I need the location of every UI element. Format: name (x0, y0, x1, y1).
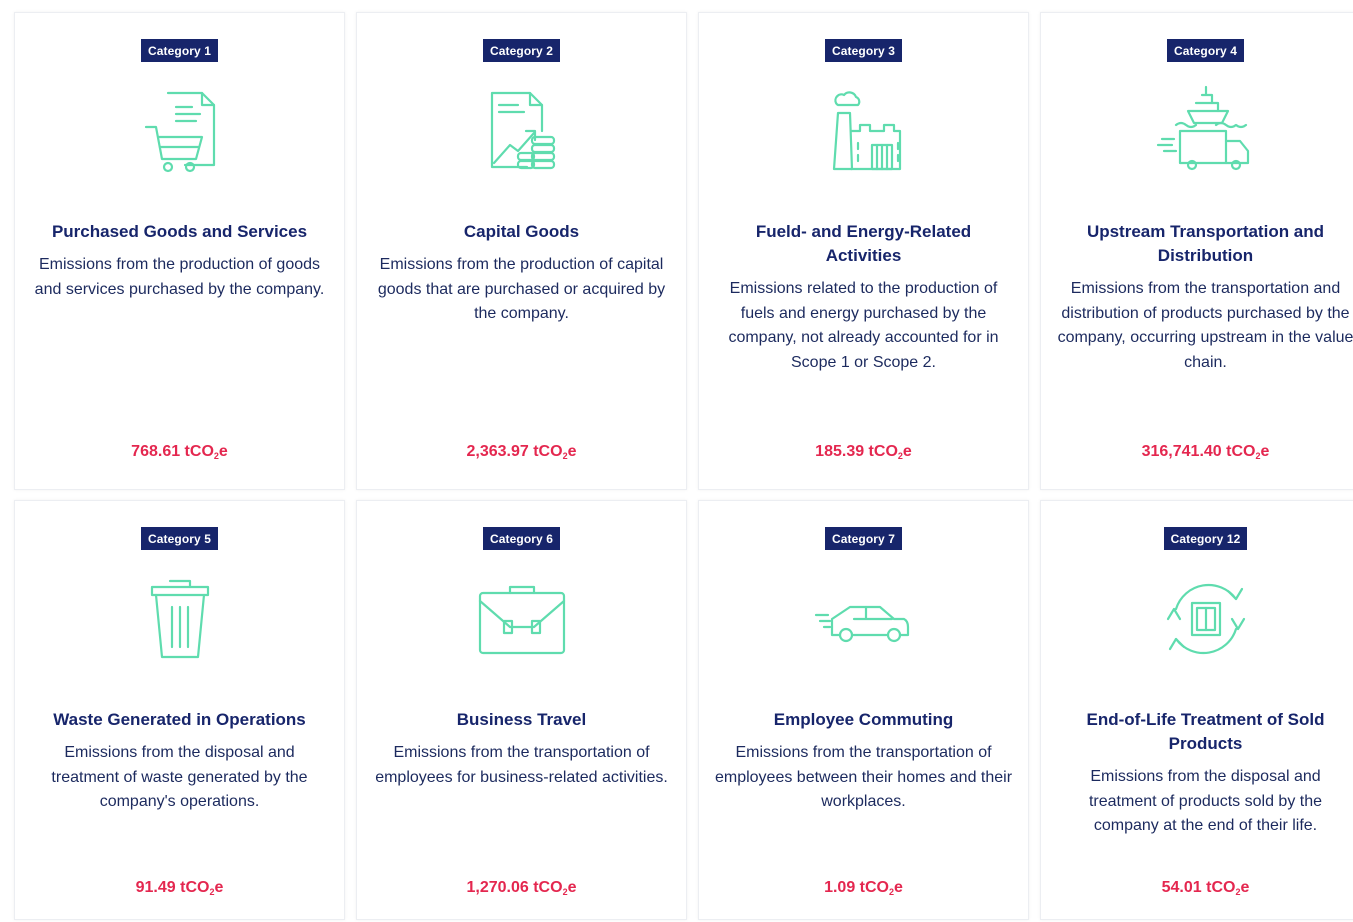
category-title: Capital Goods (463, 222, 580, 241)
category-card: Category 2 Capital Goods Emissions from … (356, 12, 687, 490)
category-card: Category 12 End-of-Life Treatment of Sol… (1040, 500, 1353, 920)
category-card: Category 7 Employee Commuting Emissions … (698, 500, 1029, 920)
emission-value: 768.61 tCO2e (131, 443, 228, 461)
categories-grid: Category 1 Purchased Goods and Services … (14, 12, 1353, 920)
category-description: Emissions from the disposal and treatmen… (1088, 768, 1322, 834)
category-title: Purchased Goods and Services (51, 222, 308, 241)
category-badge: Category 6 (482, 527, 561, 550)
category-badge: Category 4 (1166, 39, 1245, 62)
recycle-box-icon (1151, 564, 1261, 674)
category-description: Emissions from the disposal and treatmen… (51, 744, 308, 810)
emission-value: 316,741.40 tCO2e (1141, 443, 1270, 461)
category-description: Emissions from the transportation of emp… (714, 744, 1013, 810)
category-title: Waste Generated in Operations (53, 710, 306, 729)
trash-bin-icon (125, 564, 235, 674)
category-badge: Category 7 (824, 527, 903, 550)
category-badge: Category 1 (140, 39, 219, 62)
category-description: Emissions from the production of capital… (377, 256, 666, 322)
category-badge: Category 12 (1163, 527, 1248, 550)
factory-icon (809, 76, 919, 186)
category-badge: Category 2 (482, 39, 561, 62)
category-card: Category 4 Upstream Transportation and D… (1040, 12, 1353, 490)
category-card: Category 6 Business Travel Emissions fro… (356, 500, 687, 920)
category-description: Emissions from the transportation of emp… (375, 744, 668, 786)
cart-document-icon (125, 76, 235, 186)
briefcase-icon (467, 564, 577, 674)
category-badge: Category 3 (824, 39, 903, 62)
document-growth-coins-icon (467, 76, 577, 186)
category-description: Emissions related to the production of f… (728, 280, 999, 371)
category-description: Emissions from the production of goods a… (34, 256, 325, 298)
emission-value: 91.49 tCO2e (135, 879, 224, 897)
category-title: Employee Commuting (773, 710, 954, 729)
category-title: End-of-Life Treatment of Sold Products (1086, 710, 1325, 753)
emission-value: 54.01 tCO2e (1161, 879, 1250, 897)
category-title: Fueld- and Energy-Related Activities (755, 222, 972, 265)
category-title: Business Travel (456, 710, 587, 729)
car-icon (809, 564, 919, 674)
category-title: Upstream Transportation and Distribution (1086, 222, 1325, 265)
category-badge: Category 5 (140, 527, 219, 550)
emission-value: 185.39 tCO2e (815, 443, 912, 461)
category-description: Emissions from the transportation and di… (1057, 280, 1353, 371)
ship-truck-icon (1151, 76, 1261, 186)
emission-value: 1.09 tCO2e (824, 879, 903, 897)
emission-value: 1,270.06 tCO2e (466, 879, 577, 897)
category-card: Category 5 Waste Generated in Operations… (14, 500, 345, 920)
category-card: Category 1 Purchased Goods and Services … (14, 12, 345, 490)
emission-value: 2,363.97 tCO2e (466, 443, 577, 461)
category-card: Category 3 Fueld- and Energy-Related Act… (698, 12, 1029, 490)
